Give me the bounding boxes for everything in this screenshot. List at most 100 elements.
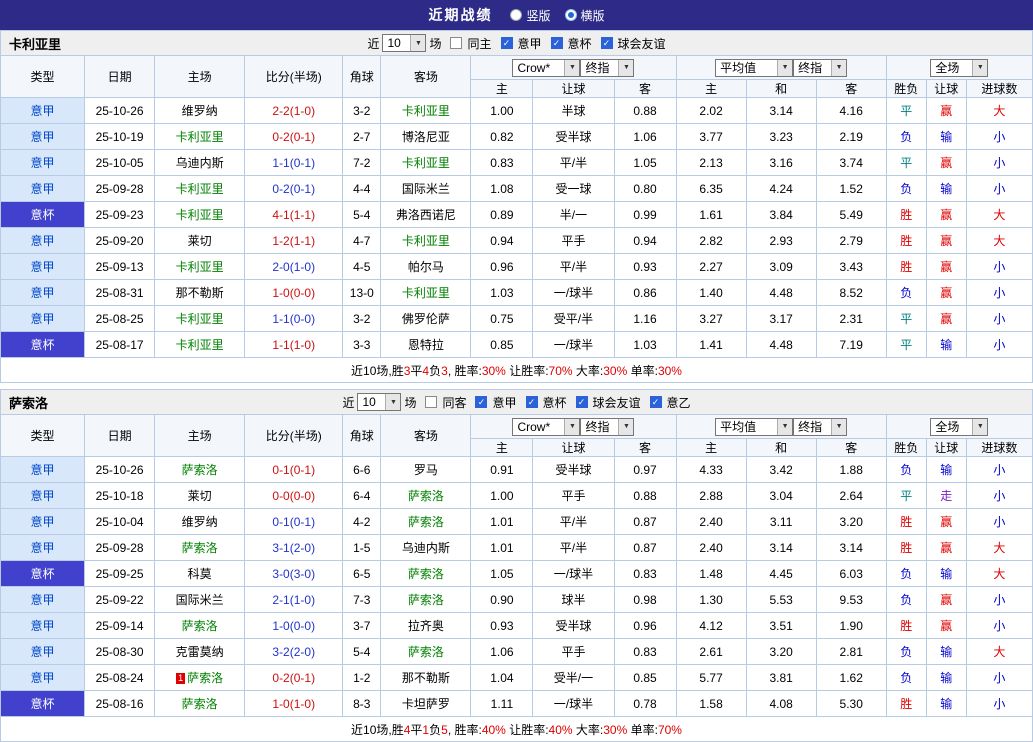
score[interactable]: 0-2(0-1) xyxy=(245,124,343,150)
checkbox-意甲[interactable] xyxy=(501,37,513,49)
asian-stage-select[interactable]: 终指▼ xyxy=(580,418,634,436)
home-team-name[interactable]: 那不勒斯 xyxy=(176,286,224,300)
home-team-name[interactable]: 科莫 xyxy=(188,567,212,581)
handicap: 半/一 xyxy=(533,202,614,228)
home-team-name[interactable]: 莱切 xyxy=(188,234,212,248)
recent-count-select[interactable]: 10▼ xyxy=(357,393,401,411)
away-team-name[interactable]: 那不勒斯 xyxy=(402,671,450,685)
euro-stage-select[interactable]: 终指▼ xyxy=(793,418,847,436)
score[interactable]: 0-1(0-1) xyxy=(245,457,343,483)
euro-stage-select[interactable]: 终指▼ xyxy=(793,59,847,77)
away-team: 弗洛西诺尼 xyxy=(381,202,471,228)
checkbox-label[interactable]: 球会友谊 xyxy=(593,394,641,411)
home-team-name[interactable]: 卡利亚里 xyxy=(176,312,224,326)
home-team-name[interactable]: 卡利亚里 xyxy=(176,182,224,196)
away-team-name[interactable]: 弗洛西诺尼 xyxy=(396,208,456,222)
home-team-name[interactable]: 维罗纳 xyxy=(182,515,218,529)
away-team-name[interactable]: 卡利亚里 xyxy=(402,286,450,300)
checkbox-球会友谊[interactable] xyxy=(601,37,613,49)
home-team-name[interactable]: 克雷莫纳 xyxy=(176,645,224,659)
bookmaker-select[interactable]: Crow*▼ xyxy=(512,59,580,77)
home-team-name[interactable]: 萨索洛 xyxy=(182,541,218,555)
home-team-name[interactable]: 乌迪内斯 xyxy=(176,156,224,170)
away-team-name[interactable]: 乌迪内斯 xyxy=(402,541,450,555)
checkbox-label[interactable]: 意甲 xyxy=(492,394,516,411)
result-scope-select[interactable]: 全场▼ xyxy=(930,418,988,436)
home-team-name[interactable]: 国际米兰 xyxy=(176,593,224,607)
checkbox-意乙[interactable] xyxy=(650,396,662,408)
away-team-name[interactable]: 萨索洛 xyxy=(408,593,444,607)
checkbox-同客[interactable] xyxy=(425,396,437,408)
score[interactable]: 1-2(1-1) xyxy=(245,228,343,254)
layout-radio-1[interactable]: 横版 xyxy=(565,7,605,24)
layout-radio-0[interactable]: 竖版 xyxy=(510,7,550,24)
away-team-name[interactable]: 帕尔马 xyxy=(408,260,444,274)
bookmaker-select[interactable]: Crow*▼ xyxy=(512,418,580,436)
checkbox-label[interactable]: 同客 xyxy=(442,394,466,411)
score[interactable]: 2-0(1-0) xyxy=(245,254,343,280)
score[interactable]: 1-1(0-0) xyxy=(245,306,343,332)
score[interactable]: 4-1(1-1) xyxy=(245,202,343,228)
score[interactable]: 0-0(0-0) xyxy=(245,483,343,509)
away-team-name[interactable]: 博洛尼亚 xyxy=(402,130,450,144)
checkbox-意甲[interactable] xyxy=(475,396,487,408)
score[interactable]: 2-1(1-0) xyxy=(245,587,343,613)
checkbox-label[interactable]: 球会友谊 xyxy=(618,35,666,52)
summary-segment: 30% xyxy=(603,723,627,737)
home-team-name[interactable]: 萨索洛 xyxy=(182,463,218,477)
checkbox-label[interactable]: 意甲 xyxy=(518,35,542,52)
home-team-name[interactable]: 萨索洛 xyxy=(187,671,223,685)
checkbox-label[interactable]: 意杯 xyxy=(543,394,567,411)
table-row: 意甲25-10-04维罗纳0-1(0-1)4-2萨索洛1.01平/半0.872.… xyxy=(1,509,1033,535)
score[interactable]: 1-1(0-1) xyxy=(245,150,343,176)
checkbox-同主[interactable] xyxy=(450,37,462,49)
home-team-name[interactable]: 卡利亚里 xyxy=(176,338,224,352)
match-type: 意甲 xyxy=(1,587,85,613)
score[interactable]: 3-2(2-0) xyxy=(245,639,343,665)
away-team-name[interactable]: 罗马 xyxy=(414,463,438,477)
away-team-name[interactable]: 萨索洛 xyxy=(408,489,444,503)
euro-source-select[interactable]: 平均值▼ xyxy=(715,418,793,436)
score[interactable]: 0-2(0-1) xyxy=(245,176,343,202)
away-team-name[interactable]: 卡利亚里 xyxy=(402,234,450,248)
score[interactable]: 1-0(0-0) xyxy=(245,613,343,639)
away-team-name[interactable]: 萨索洛 xyxy=(408,567,444,581)
score[interactable]: 2-2(1-0) xyxy=(245,98,343,124)
away-team-name[interactable]: 卡利亚里 xyxy=(402,156,450,170)
result-scope-select[interactable]: 全场▼ xyxy=(930,59,988,77)
away-team-name[interactable]: 卡坦萨罗 xyxy=(402,697,450,711)
away-team-name[interactable]: 恩特拉 xyxy=(408,338,444,352)
score[interactable]: 1-0(0-0) xyxy=(245,280,343,306)
checkbox-label[interactable]: 同主 xyxy=(467,35,491,52)
checkbox-球会友谊[interactable] xyxy=(576,396,588,408)
checkbox-label[interactable]: 意杯 xyxy=(568,35,592,52)
euro-source-select[interactable]: 平均值▼ xyxy=(715,59,793,77)
home-team-name[interactable]: 萨索洛 xyxy=(182,697,218,711)
home-team: 萨索洛 xyxy=(155,535,245,561)
checkbox-意杯[interactable] xyxy=(551,37,563,49)
home-team-name[interactable]: 卡利亚里 xyxy=(176,260,224,274)
away-team-name[interactable]: 萨索洛 xyxy=(408,645,444,659)
checkbox-意杯[interactable] xyxy=(526,396,538,408)
score[interactable]: 0-1(0-1) xyxy=(245,509,343,535)
away-team-name[interactable]: 萨索洛 xyxy=(408,515,444,529)
home-team-name[interactable]: 维罗纳 xyxy=(182,104,218,118)
score[interactable]: 3-1(2-0) xyxy=(245,535,343,561)
score[interactable]: 3-0(3-0) xyxy=(245,561,343,587)
asian-home-odds: 1.01 xyxy=(471,535,533,561)
away-team-name[interactable]: 卡利亚里 xyxy=(402,104,450,118)
score[interactable]: 1-1(1-0) xyxy=(245,332,343,358)
recent-count-select[interactable]: 10▼ xyxy=(382,34,426,52)
home-team-name[interactable]: 萨索洛 xyxy=(182,619,218,633)
score[interactable]: 0-2(0-1) xyxy=(245,665,343,691)
away-team-name[interactable]: 佛罗伦萨 xyxy=(402,312,450,326)
score[interactable]: 1-0(1-0) xyxy=(245,691,343,717)
handicap-result: 赢 xyxy=(926,306,966,332)
away-team-name[interactable]: 国际米兰 xyxy=(402,182,450,196)
away-team-name[interactable]: 拉齐奥 xyxy=(408,619,444,633)
checkbox-label[interactable]: 意乙 xyxy=(667,394,691,411)
home-team-name[interactable]: 卡利亚里 xyxy=(176,208,224,222)
asian-stage-select[interactable]: 终指▼ xyxy=(580,59,634,77)
home-team-name[interactable]: 莱切 xyxy=(188,489,212,503)
home-team-name[interactable]: 卡利亚里 xyxy=(176,130,224,144)
